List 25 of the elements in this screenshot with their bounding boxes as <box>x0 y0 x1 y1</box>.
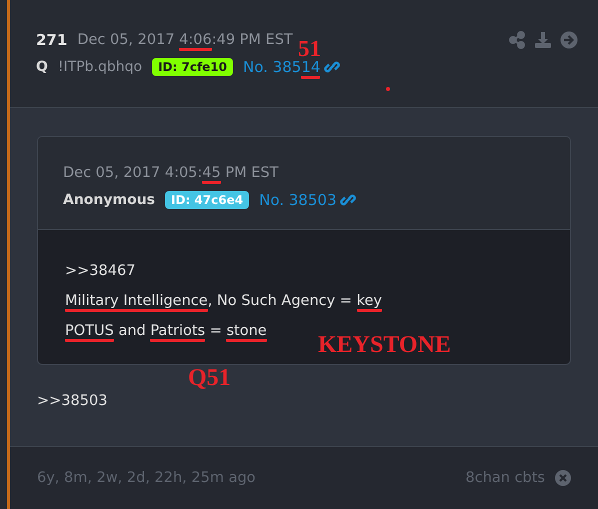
source-label: 8chan cbts <box>466 470 545 486</box>
post-link[interactable]: No. 38503 <box>259 191 336 209</box>
author-name: Anonymous <box>63 192 156 208</box>
message-line: >>38467 <box>65 262 136 281</box>
post-number: 271 <box>36 31 68 49</box>
annotation-text: 51 <box>298 40 321 58</box>
id-badge: ID: 47c6e4 <box>165 191 250 209</box>
post-age: 6y, 8m, 2w, 2d, 22h, 25m ago <box>37 470 256 486</box>
download-icon[interactable] <box>534 31 552 49</box>
author-name: Q <box>36 59 48 75</box>
post-link[interactable]: No. 38514 <box>243 58 320 76</box>
message-line: Military Intelligence, No Such Agency = key <box>65 286 543 316</box>
arrow-circle-icon[interactable] <box>560 31 578 49</box>
close-icon[interactable] <box>555 470 571 486</box>
share-icon[interactable] <box>508 31 526 49</box>
annotation-dot <box>386 87 390 91</box>
annotation-text: Q51 <box>188 365 231 392</box>
quote-date: Dec 05, 2017 4:05:45 PM EST <box>63 165 545 181</box>
link-icon[interactable] <box>340 192 356 208</box>
tripcode: !ITPb.qbhqo <box>58 59 142 75</box>
link-icon[interactable] <box>324 59 340 75</box>
reply-link[interactable]: >>38503 <box>37 393 571 409</box>
annotation-text: KEYSTONE <box>318 332 451 359</box>
post-date: Dec 05, 2017 4:06:49 PM EST <box>77 32 293 48</box>
id-badge: ID: 7cfe10 <box>152 58 234 76</box>
